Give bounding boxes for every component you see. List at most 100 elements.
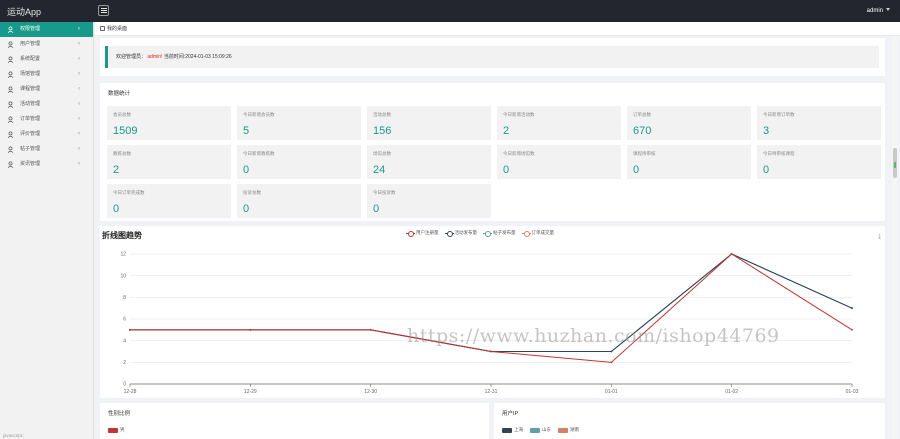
- sidebar-item[interactable]: 评价管理 ‹: [0, 127, 93, 142]
- welcome-prefix: 欢迎管理员：: [116, 54, 147, 60]
- stat-value: 0: [633, 164, 640, 176]
- stat-value: 24: [373, 164, 386, 176]
- user-ip-title: 用户IP: [502, 411, 519, 417]
- stat-label: 场馆总数: [373, 151, 391, 156]
- current-time: 当前时间:2024-01-03 15:09:26: [163, 54, 232, 60]
- user-ip-panel: 用户IP 上海 山东 湖南: [494, 403, 885, 439]
- stat-card: 今日新增场馆数 0: [497, 145, 621, 179]
- sidebar-item[interactable]: 系统配置 ‹: [0, 52, 93, 67]
- stat-card: 今日待审核课程 0: [757, 145, 881, 179]
- legend-swatch: [483, 230, 492, 237]
- stat-value: 670: [633, 125, 652, 137]
- sidebar-item-label: 订单管理: [20, 116, 41, 122]
- sidebar-item-label: 系统配置: [20, 56, 41, 62]
- tab-label: 我的桌面: [107, 26, 128, 32]
- data-point: [249, 328, 252, 331]
- legend-swatch: [444, 230, 454, 237]
- sidebar-item[interactable]: 活动管理 ‹: [0, 97, 93, 112]
- sidebar-item[interactable]: 用户管理 ‹: [0, 37, 93, 52]
- person-icon: [7, 41, 14, 48]
- sidebar-item-label: 资讯管理: [20, 161, 41, 167]
- sidebar: 权限管理 ‹ 用户管理 ‹ 系统配置 ‹ 场馆管理 ‹ 课程管理 ‹ 活动管理 ‹ 订单管理 ‹ 评价管理 ‹…: [0, 22, 94, 439]
- legend-item-hunan[interactable]: 湖南: [558, 427, 579, 433]
- stat-label: 今日投诉数: [373, 190, 396, 195]
- stat-value: 2: [113, 164, 120, 176]
- stat-label: 课程待审核: [633, 151, 656, 156]
- stat-label: 会员总数: [113, 112, 131, 117]
- stat-value: 5: [243, 125, 250, 137]
- legend-label: 用户注册量: [416, 230, 439, 235]
- stat-value: 1509: [113, 125, 138, 137]
- stat-label: 今日新增教练数: [243, 151, 275, 156]
- gender-legend: 男: [108, 427, 129, 433]
- legend-item[interactable]: 用户注册量: [406, 230, 439, 237]
- sidebar-item[interactable]: 帖子管理 ‹: [0, 142, 93, 157]
- legend-swatch: [502, 427, 512, 433]
- scrollbar-thumb[interactable]: [893, 148, 897, 178]
- sidebar-menu: 权限管理 ‹ 用户管理 ‹ 系统配置 ‹ 场馆管理 ‹ 课程管理 ‹ 活动管理 ‹ 订单管理 ‹ 评价管理 ‹…: [0, 22, 93, 172]
- y-tick-label: 12: [120, 252, 126, 258]
- stat-card: 场馆总数 24: [367, 145, 491, 179]
- card-icon: [7, 86, 14, 93]
- stat-card: 活动总数 156: [367, 106, 491, 140]
- stat-card: 今日新增教练数 0: [237, 145, 361, 179]
- stat-value: 0: [373, 203, 380, 215]
- app-title: 运动App: [7, 7, 42, 17]
- legend-item-male[interactable]: 男: [108, 427, 125, 433]
- legend-item-shandong[interactable]: 山东: [530, 427, 551, 433]
- gender-ratio-panel: 性别比例 男: [100, 403, 489, 439]
- stat-label: 教练总数: [113, 151, 131, 156]
- news-icon: [7, 161, 14, 168]
- stat-card: 订单总数 670: [627, 106, 751, 140]
- sidebar-item[interactable]: 课程管理 ‹: [0, 82, 93, 97]
- sidebar-item-label: 权限管理: [20, 26, 41, 32]
- stat-card: 今日新增订单数 3: [757, 106, 881, 140]
- chart-legend: 用户注册量 活动发布量 帖子发布量 订单成交量: [406, 230, 555, 237]
- cart-icon: [7, 116, 14, 123]
- sidebar-item-label: 评价管理: [20, 131, 41, 137]
- data-point: [369, 328, 372, 331]
- chevron-left-icon: ‹: [78, 131, 80, 137]
- save-image-icon[interactable]: ⤓: [878, 233, 881, 241]
- sidebar-item[interactable]: 资讯管理 ‹: [0, 157, 93, 172]
- user-menu[interactable]: admin: [867, 8, 890, 14]
- sidebar-item[interactable]: 权限管理 ‹: [0, 22, 93, 37]
- x-tick-label: 12-29: [244, 389, 257, 395]
- stat-label: 今日新增会员数: [243, 112, 275, 117]
- stat-label: 今日订单完成数: [113, 190, 145, 195]
- tab-bar: 我的桌面: [95, 22, 900, 36]
- x-tick-label: 01-01: [605, 389, 618, 395]
- menu-toggle-icon[interactable]: [98, 5, 109, 16]
- chevron-left-icon: ‹: [78, 161, 80, 167]
- chart-title: 折线图趋势: [102, 231, 142, 240]
- sidebar-item[interactable]: 订单管理 ‹: [0, 112, 93, 127]
- chevron-left-icon: ‹: [78, 86, 80, 92]
- sidebar-item[interactable]: 场馆管理 ‹: [0, 67, 93, 82]
- stat-card: 会员总数 1509: [107, 106, 231, 140]
- flag-icon: [7, 101, 14, 108]
- info-icon: [7, 71, 14, 78]
- stat-value: 3: [763, 125, 770, 137]
- legend-item[interactable]: 帖子发布量: [483, 230, 516, 237]
- page-scrollbar[interactable]: [892, 38, 898, 439]
- legend-item[interactable]: 订单成交量: [521, 230, 555, 237]
- legend-label: 订单成交量: [531, 230, 555, 235]
- sidebar-item-label: 用户管理: [20, 41, 41, 47]
- ip-legend: 上海 山东 湖南: [502, 427, 583, 433]
- user-name[interactable]: admin: [867, 8, 883, 14]
- stats-panel: 数据统计 会员总数 1509 今日新增会员数 5 活动总数 156 今日新增活动数 2 订单总数…: [100, 83, 885, 221]
- x-tick-label: 01-02: [725, 389, 738, 395]
- stat-value: 2: [503, 125, 510, 137]
- watermark: https://www.huzhan.com/ishop44769: [407, 325, 780, 347]
- legend-label: 男: [120, 427, 125, 432]
- legend-item[interactable]: 活动发布量: [444, 230, 477, 237]
- post-icon: [7, 146, 14, 153]
- chevron-left-icon: ‹: [78, 41, 80, 47]
- stat-value: 0: [243, 164, 250, 176]
- chevron-left-icon: ‹: [78, 26, 80, 32]
- chevron-left-icon: ‹: [78, 101, 80, 107]
- data-point: [610, 350, 613, 353]
- legend-item-shanghai[interactable]: 上海: [502, 427, 523, 433]
- tab-my-desktop[interactable]: 我的桌面: [100, 25, 127, 32]
- stat-label: 订单总数: [633, 112, 651, 117]
